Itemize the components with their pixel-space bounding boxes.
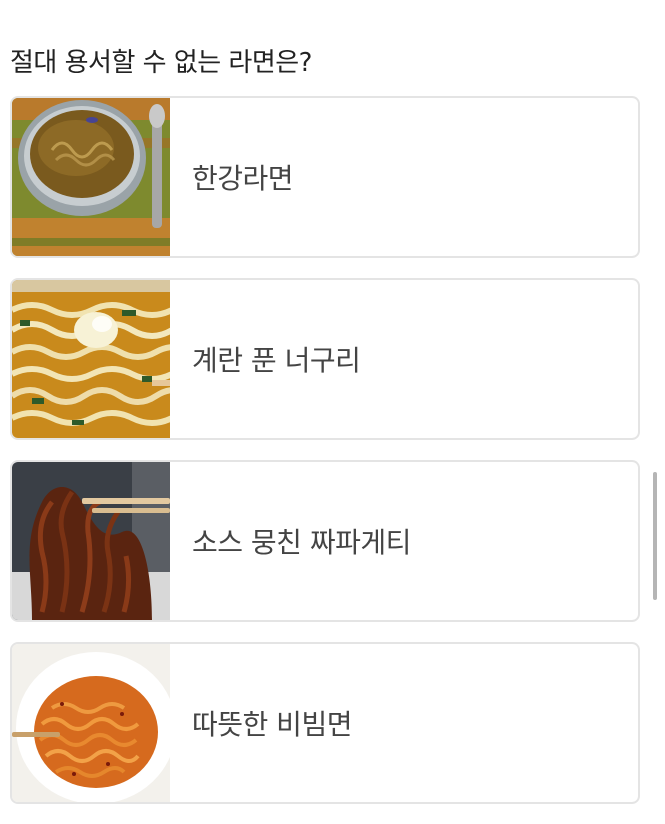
jjapaghetti-thumbnail (12, 462, 170, 620)
poll-option-label: 계란 푼 너구리 (192, 344, 361, 377)
egg-noodle-thumbnail (12, 280, 170, 438)
poll-options: 한강라면 계란 푼 너구리 소스 뭉친 짜파게티 따뜻한 비빔면 (10, 96, 640, 824)
ramen-bowl-thumbnail (12, 98, 170, 256)
scrollbar[interactable] (653, 472, 657, 600)
poll-option-1[interactable]: 한강라면 (10, 96, 640, 258)
poll-option-label: 한강라면 (192, 162, 294, 195)
poll-option-2[interactable]: 계란 푼 너구리 (10, 278, 640, 440)
poll-question: 절대 용서할 수 없는 라면은? (10, 48, 312, 78)
bibim-noodle-thumbnail (12, 644, 170, 802)
poll-option-4[interactable]: 따뜻한 비빔면 (10, 642, 640, 804)
poll-option-3[interactable]: 소스 뭉친 짜파게티 (10, 460, 640, 622)
poll-option-label: 따뜻한 비빔면 (192, 708, 352, 741)
poll-option-label: 소스 뭉친 짜파게티 (192, 526, 411, 559)
